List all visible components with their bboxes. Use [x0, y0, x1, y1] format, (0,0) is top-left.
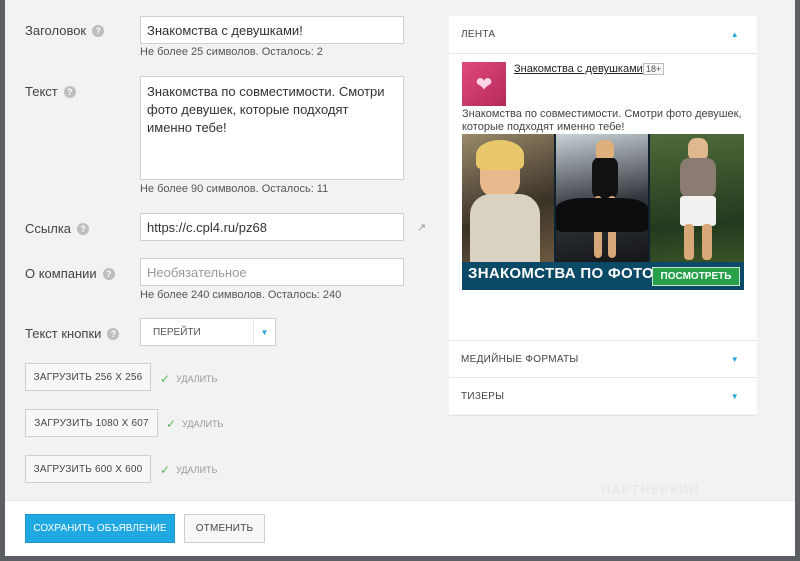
- accordion-teasers[interactable]: ТИЗЕРЫ ▼: [449, 378, 757, 416]
- text-label: Текст ?: [25, 84, 76, 99]
- upload-1080-button[interactable]: ЗАГРУЗИТЬ 1080 Х 607: [25, 409, 158, 437]
- button-text-label: Текст кнопки ?: [25, 326, 120, 341]
- company-label-text: О компании: [25, 266, 97, 281]
- chevron-down-icon[interactable]: ▼: [253, 319, 275, 345]
- help-icon[interactable]: ?: [102, 267, 115, 280]
- company-label: О компании ?: [25, 266, 115, 281]
- banner-button: ПОСМОТРЕТЬ: [652, 267, 740, 286]
- upload-256-button[interactable]: ЗАГРУЗИТЬ 256 Х 256: [25, 363, 151, 391]
- ad-title-link[interactable]: Знакомства с девушками!: [514, 63, 646, 75]
- banner-photo-1: [462, 134, 554, 262]
- check-icon: ✓: [160, 463, 171, 477]
- hearts-icon: ❤: [475, 73, 493, 96]
- delete-1080[interactable]: ✓ УДАЛИТЬ: [166, 417, 223, 431]
- banner-photo-2: [556, 134, 648, 262]
- ad-editor-modal: Заголовок ? Знакомства с девушками! Не б…: [5, 0, 795, 556]
- external-link-icon[interactable]: ↗: [417, 221, 426, 234]
- title-input[interactable]: Знакомства с девушками!: [140, 16, 404, 44]
- ad-thumbnail: ❤: [462, 62, 506, 106]
- title-label-text: Заголовок: [25, 23, 87, 38]
- accordion-feed-label: ЛЕНТА: [461, 29, 496, 40]
- button-text-value: ПЕРЕЙТИ: [153, 326, 201, 338]
- text-hint: Не более 90 символов. Осталось: 11: [140, 183, 329, 195]
- accordion-media-label: МЕДИЙНЫЕ ФОРМАТЫ: [461, 353, 579, 365]
- delete-256[interactable]: ✓ УДАЛИТЬ: [160, 372, 217, 386]
- text-label-text: Текст: [25, 84, 58, 99]
- title-hint: Не более 25 символов. Осталось: 2: [140, 46, 323, 58]
- modal-footer: СОХРАНИТЬ ОБЪЯВЛЕНИЕ ОТМЕНИТЬ: [5, 500, 795, 556]
- delete-1080-label: УДАЛИТЬ: [182, 419, 224, 429]
- accordion-media[interactable]: МЕДИЙНЫЕ ФОРМАТЫ ▼: [449, 340, 757, 378]
- company-hint: Не более 240 символов. Осталось: 240: [140, 289, 342, 301]
- banner-photo-3: [650, 134, 744, 262]
- delete-256-label: УДАЛИТЬ: [176, 374, 218, 384]
- button-text-label-text: Текст кнопки: [25, 326, 102, 341]
- upload-600-button[interactable]: ЗАГРУЗИТЬ 600 Х 600: [25, 455, 151, 483]
- banner-text: ЗНАКОМСТВА ПО ФОТО: [468, 265, 655, 282]
- company-input[interactable]: Необязательное: [140, 258, 404, 286]
- link-input[interactable]: https://c.cpl4.ru/pz68: [140, 213, 404, 241]
- accordion-feed[interactable]: ЛЕНТА ▲: [449, 16, 757, 54]
- link-label: Ссылка ?: [25, 221, 90, 236]
- check-icon: ✓: [166, 417, 177, 431]
- chevron-down-icon[interactable]: ▼: [731, 355, 739, 364]
- link-label-text: Ссылка: [25, 221, 72, 236]
- watermark: ПАРТНЕРКИН: [601, 482, 700, 497]
- help-icon[interactable]: ?: [107, 327, 120, 340]
- delete-600[interactable]: ✓ УДАЛИТЬ: [160, 463, 217, 477]
- cancel-button[interactable]: ОТМЕНИТЬ: [184, 514, 265, 543]
- chevron-up-icon[interactable]: ▲: [731, 30, 739, 39]
- help-icon[interactable]: ?: [92, 24, 105, 37]
- text-textarea[interactable]: [140, 76, 404, 180]
- help-icon[interactable]: ?: [63, 85, 76, 98]
- save-ad-button[interactable]: СОХРАНИТЬ ОБЪЯВЛЕНИЕ: [25, 514, 175, 543]
- accordion-teasers-label: ТИЗЕРЫ: [461, 391, 505, 402]
- preview-panel: ЛЕНТА ▲ ❤ Знакомства с девушками! 18+ Зн…: [449, 16, 757, 416]
- title-label: Заголовок ?: [25, 23, 105, 38]
- check-icon: ✓: [160, 372, 171, 386]
- ad-banner-image: ЗНАКОМСТВА ПО ФОТО ПОСМОТРЕТЬ: [462, 134, 744, 290]
- chevron-down-icon[interactable]: ▼: [731, 392, 739, 401]
- age-badge: 18+: [643, 63, 665, 75]
- help-icon[interactable]: ?: [77, 222, 90, 235]
- button-text-select[interactable]: ПЕРЕЙТИ ▼: [140, 318, 276, 346]
- delete-600-label: УДАЛИТЬ: [176, 465, 218, 475]
- ad-text: Знакомства по совместимости. Смотри фото…: [462, 108, 742, 133]
